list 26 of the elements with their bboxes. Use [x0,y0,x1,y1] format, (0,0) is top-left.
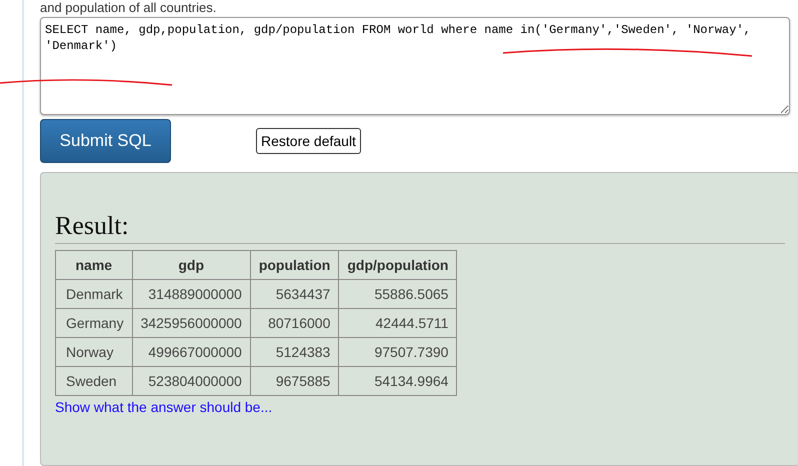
table-cell: Germany [56,308,132,338]
table-cell: 42444.5711 [338,308,457,338]
column-header: name [56,250,132,280]
column-header: population [250,250,339,280]
column-header: gdp [132,250,250,280]
show-answer-link[interactable]: Show what the answer should be... [55,399,272,415]
table-cell: 55886.5065 [338,280,457,308]
sql-editor-field[interactable]: SELECT name, gdp,population, gdp/population FROM world where name in('Germany','Sweden', 'Norway', 'Denmark') [40,17,790,115]
table-cell: 9675885 [250,366,339,396]
table-cell: 314889000000 [132,280,250,308]
submit-sql-button[interactable]: Submit SQL [40,119,171,163]
table-cell: 3425956000000 [132,308,250,338]
table-cell: Denmark [56,280,132,308]
table-cell: 523804000000 [132,366,250,396]
table-cell: 54134.9964 [338,366,457,396]
result-heading: Result: [55,211,785,244]
intro-text: and population of all countries. [40,0,218,15]
table-cell: 499667000000 [132,338,250,366]
table-cell: Sweden [56,366,132,396]
table-cell: 80716000 [250,308,339,338]
table-cell: 97507.7390 [338,338,457,366]
table-cell: 5124383 [250,338,339,366]
column-header: gdp/population [338,250,457,280]
table-cell: 5634437 [250,280,339,308]
restore-default-button[interactable]: Restore default [256,128,361,154]
table-cell: Norway [56,338,132,366]
